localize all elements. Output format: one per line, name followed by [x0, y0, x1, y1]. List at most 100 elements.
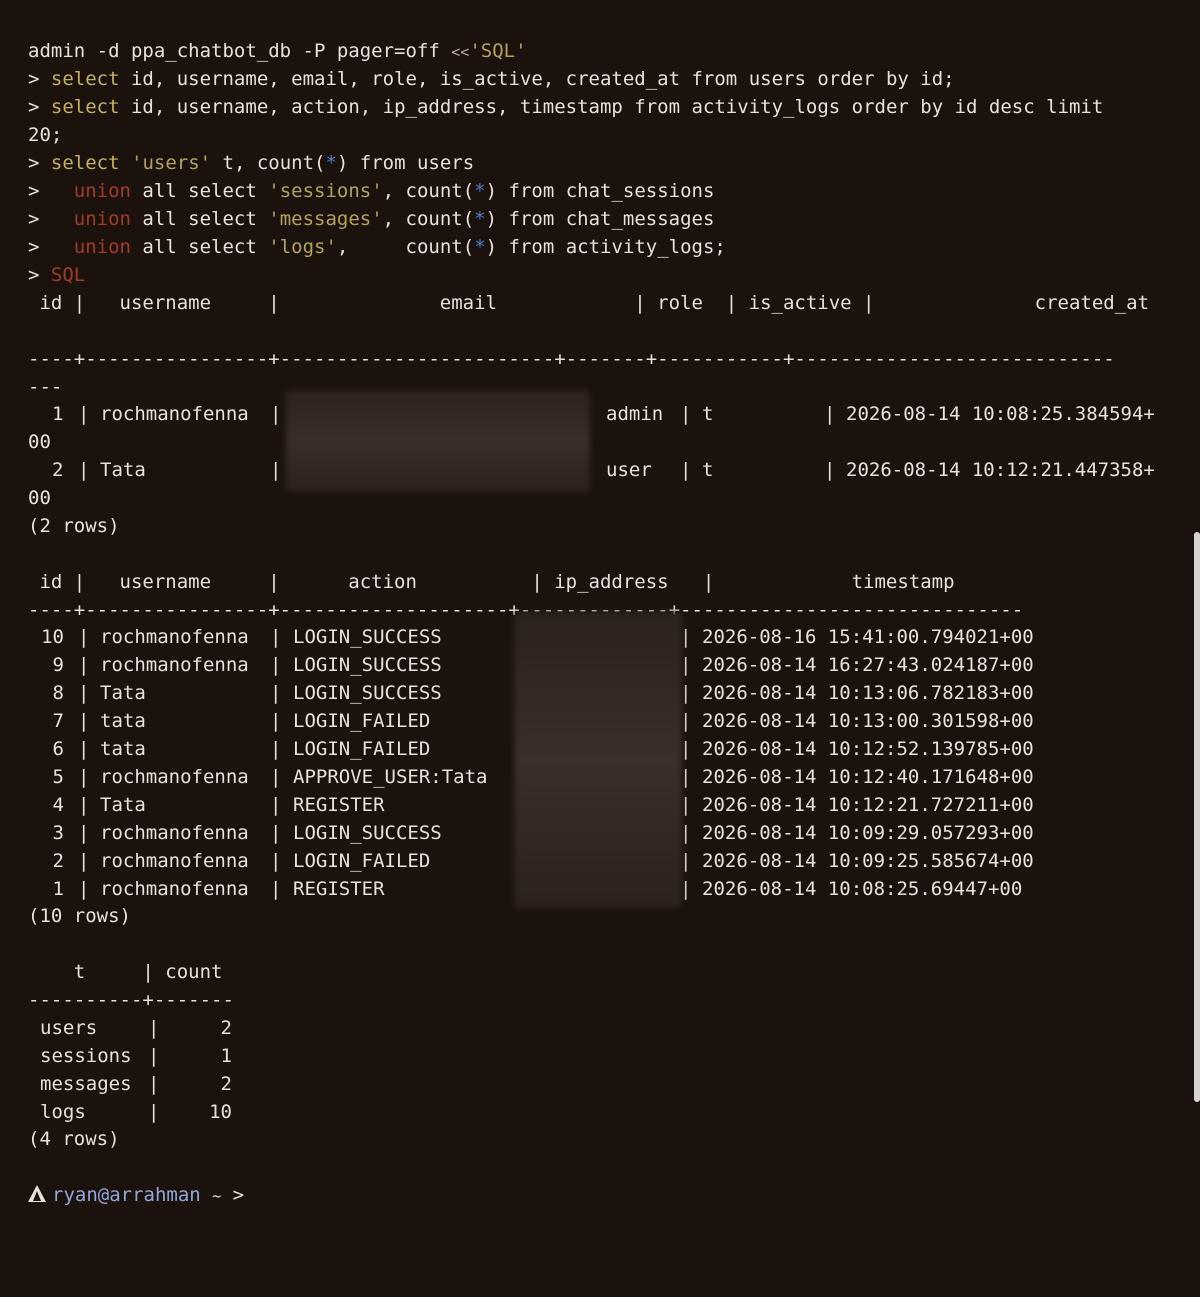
column-divider: |	[78, 459, 90, 481]
query-union-logs: > union all select 'logs', count(*) from…	[28, 233, 726, 261]
redacted-ip-blur	[514, 612, 682, 908]
column-divider: |	[270, 850, 282, 872]
cell-id: 4	[52, 794, 64, 816]
cell-action: LOGIN_SUCCESS	[293, 626, 442, 648]
users-table-separator: ----+----------------+------------------…	[28, 348, 1115, 370]
prompt-user-host: ryan@arrahman	[52, 1184, 201, 1206]
command-lead: admin -d ppa_chatbot_db -P pager=off	[28, 40, 452, 62]
cell-id: 7	[52, 710, 64, 732]
query-text: id, username, action, ip_address, timest…	[119, 96, 1104, 118]
cell-id: 2	[52, 850, 64, 872]
continuation-prompt: >	[28, 68, 40, 90]
prompt-path: ~	[212, 1187, 222, 1205]
column-divider: |	[270, 766, 282, 788]
cell-username: rochmanofenna	[100, 766, 249, 788]
column-divider: |	[78, 654, 90, 676]
query-text: ) from chat_sessions	[485, 180, 715, 202]
cell-timestamp: 2026-08-14 10:12:40.171648+00	[702, 766, 1034, 788]
cell-table-name: sessions	[40, 1045, 132, 1067]
cell-username: rochmanofenna	[100, 654, 249, 676]
cell-created-at: 2026-08-14 10:12:21.447358+	[846, 459, 1155, 481]
cell-count: 10	[209, 1101, 232, 1123]
cell-timestamp: 2026-08-14 10:13:00.301598+00	[702, 710, 1034, 732]
query-union-messages: > union all select 'messages', count(*) …	[28, 205, 714, 233]
cell-count: 1	[220, 1045, 232, 1067]
column-divider: |	[78, 738, 90, 760]
column-divider: |	[148, 1101, 160, 1123]
cell-username: rochmanofenna	[100, 850, 249, 872]
cell-id: 9	[52, 654, 64, 676]
query-text: t, count(	[211, 152, 326, 174]
heredoc-end-line: > SQL	[28, 261, 85, 289]
cell-timestamp: 2026-08-14 10:12:21.727211+00	[702, 794, 1034, 816]
keyword-union: union	[73, 180, 131, 202]
star-glyph: *	[474, 208, 486, 230]
shell-prompt[interactable]: ryan@arrahman ~ >	[28, 1181, 244, 1209]
cell-created-at: 2026-08-14 10:08:25.384594+	[846, 403, 1155, 425]
cell-id: 6	[52, 738, 64, 760]
column-divider: |	[78, 403, 90, 425]
cell-action: REGISTER	[293, 794, 385, 816]
star-glyph: *	[474, 180, 486, 202]
continuation-prompt: >	[28, 152, 40, 174]
star-glyph: *	[325, 152, 337, 174]
column-divider: |	[824, 459, 836, 481]
column-divider: |	[270, 459, 282, 481]
column-divider: |	[78, 794, 90, 816]
column-divider: |	[680, 403, 692, 425]
cell-username: tata	[100, 738, 146, 760]
count-table-footer: (4 rows)	[28, 1128, 120, 1150]
cell-table-name: logs	[40, 1101, 86, 1123]
column-divider: |	[78, 682, 90, 704]
query-text: ) from chat_messages	[485, 208, 715, 230]
cell-is-active: t	[702, 459, 714, 481]
column-divider: |	[78, 710, 90, 732]
cell-username: rochmanofenna	[100, 403, 249, 425]
terminal-window[interactable]: admin -d ppa_chatbot_db -P pager=off <<'…	[0, 0, 1200, 1297]
users-table-separator-wrap: ---	[28, 376, 63, 398]
cell-username: rochmanofenna	[100, 626, 249, 648]
prompt-symbol: >	[232, 1184, 245, 1206]
cell-action: REGISTER	[293, 878, 385, 900]
string-literal: 'sessions'	[268, 180, 383, 202]
heredoc-tag: 'SQL'	[469, 40, 527, 62]
query-text: , count(	[336, 236, 475, 258]
scrollbar-thumb[interactable]	[1194, 532, 1200, 1102]
query-text: id, username, email, role, is_active, cr…	[119, 68, 955, 90]
column-divider: |	[78, 766, 90, 788]
keyword-select: select	[50, 68, 120, 90]
cell-username: Tata	[100, 794, 146, 816]
query-line-wrap: 20;	[28, 124, 63, 146]
count-table-separator: ----------+-------	[28, 989, 234, 1011]
cell-action: APPROVE_USER:Tata	[293, 766, 488, 788]
cell-timestamp: 2026-08-14 16:27:43.024187+00	[702, 654, 1034, 676]
cell-id: 2	[52, 459, 64, 481]
cell-is-active: t	[702, 403, 714, 425]
column-divider: |	[680, 459, 692, 481]
cell-action: LOGIN_FAILED	[293, 850, 431, 872]
cell-username: rochmanofenna	[100, 822, 249, 844]
query-text: ) from users	[336, 152, 475, 174]
cell-action: LOGIN_SUCCESS	[293, 654, 442, 676]
column-divider: |	[824, 403, 836, 425]
column-divider: |	[270, 682, 282, 704]
column-divider: |	[270, 710, 282, 732]
cell-timestamp: 2026-08-14 10:12:52.139785+00	[702, 738, 1034, 760]
cell-id: 1	[52, 403, 64, 425]
column-divider: |	[78, 822, 90, 844]
continuation-prompt: >	[28, 96, 40, 118]
column-divider: |	[270, 794, 282, 816]
redacted-email-blur	[286, 390, 590, 492]
heredoc-end-tag: SQL	[50, 264, 86, 286]
keyword-union: union	[73, 236, 131, 258]
count-table-header: t | count	[28, 961, 223, 983]
query-text: , count(	[382, 180, 475, 202]
string-literal: 'messages'	[268, 208, 383, 230]
cell-created-at-wrap: 00	[28, 431, 51, 453]
cell-created-at-wrap: 00	[28, 487, 51, 509]
string-literal: 'logs'	[268, 236, 337, 258]
users-table-header: id | username | email | role | is_active…	[28, 292, 1150, 314]
column-divider: |	[270, 822, 282, 844]
continuation-prompt: >	[28, 264, 40, 286]
cell-action: LOGIN_FAILED	[293, 710, 431, 732]
